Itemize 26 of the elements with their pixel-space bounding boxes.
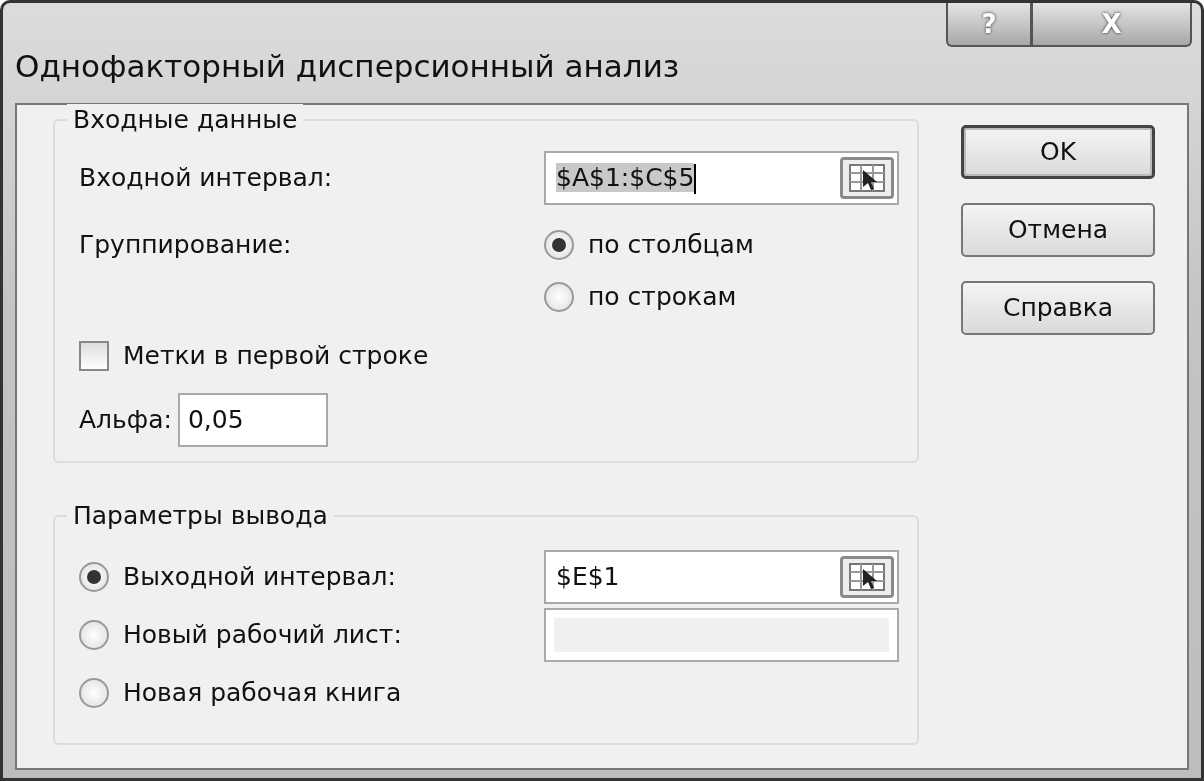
window-title: Однофакторный дисперсионный анализ xyxy=(15,47,680,86)
radio-button[interactable] xyxy=(544,282,574,312)
range-picker-button[interactable] xyxy=(840,556,894,598)
radio-button[interactable] xyxy=(79,678,109,708)
dialog-button[interactable]: Отмена xyxy=(961,203,1155,257)
checkbox[interactable] xyxy=(79,341,109,371)
option-label[interactable]: Новая рабочая книга xyxy=(123,674,402,712)
option-label[interactable]: Выходной интервал: xyxy=(123,558,396,596)
input-field[interactable]: $A$1:$C$5 xyxy=(544,151,899,205)
radio-button[interactable] xyxy=(79,562,109,592)
grid-arrow-icon xyxy=(849,164,885,192)
option-label[interactable]: по столбцам xyxy=(588,226,754,264)
radio-button[interactable] xyxy=(79,620,109,650)
dialog-button[interactable]: OK xyxy=(961,125,1155,179)
input-field[interactable]: $E$1 xyxy=(544,550,899,604)
field-label: Альфа: xyxy=(79,404,172,437)
checkbox-label[interactable]: Метки в первой строке xyxy=(123,337,429,375)
option-label[interactable]: по строкам xyxy=(588,278,737,316)
radio-button[interactable] xyxy=(544,230,574,260)
grid-arrow-icon xyxy=(849,563,885,591)
option-label[interactable]: Новый рабочий лист: xyxy=(123,616,402,654)
range-picker-button[interactable] xyxy=(840,157,894,199)
field-label: Входной интервал: xyxy=(79,162,334,195)
alpha-field[interactable]: 0,05 xyxy=(177,393,328,447)
field-label: Группирование: xyxy=(79,229,293,262)
dialog-button[interactable]: Справка xyxy=(961,281,1155,335)
